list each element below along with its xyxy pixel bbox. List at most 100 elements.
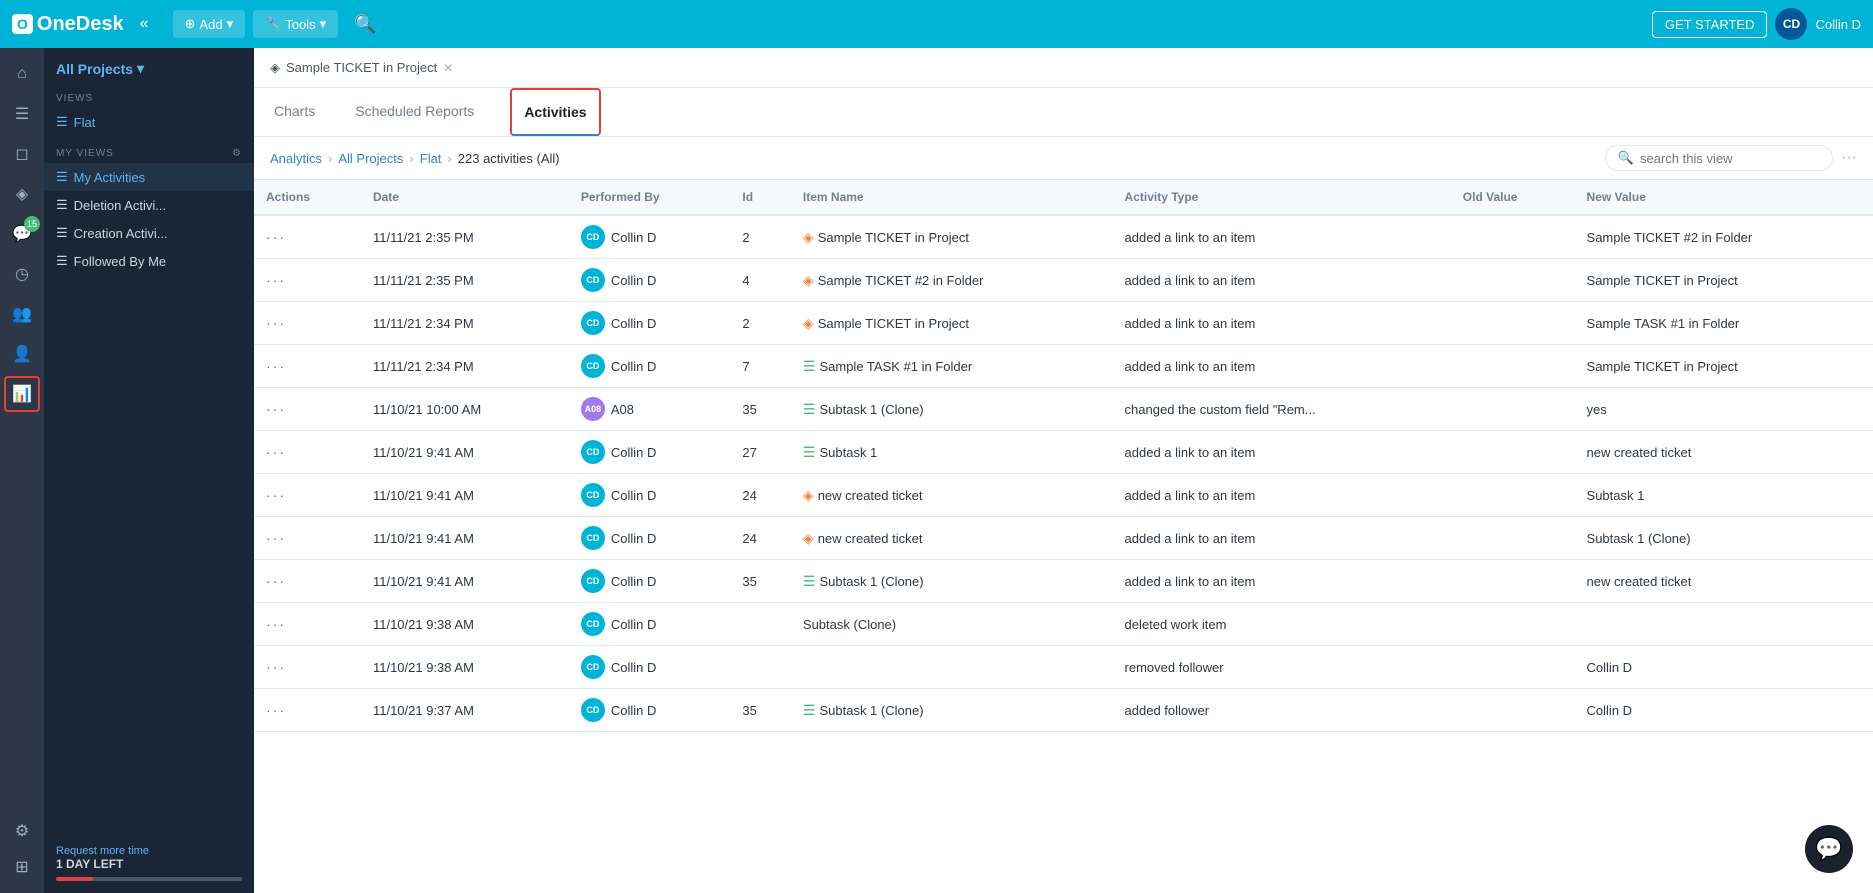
user-chip-name: A08	[611, 402, 634, 417]
tabs-row: Charts Scheduled Reports Activities	[254, 88, 1873, 136]
item-name-text: Subtask (Clone)	[803, 617, 896, 632]
sidebar-item-my-activities[interactable]: ☰ My Activities	[44, 163, 254, 191]
sidebar-icon-clock[interactable]: ◷	[4, 256, 40, 292]
row-new-value	[1575, 603, 1873, 646]
row-actions[interactable]: ···	[254, 259, 361, 302]
row-performed-by: CDCollin D	[569, 474, 731, 517]
row-actions[interactable]: ···	[254, 646, 361, 689]
ticket-icon: ◈	[803, 530, 814, 547]
row-actions[interactable]: ···	[254, 517, 361, 560]
item-name-text: Sample TICKET in Project	[818, 230, 969, 245]
user-chip-name: Collin D	[611, 617, 657, 632]
tools-label: Tools	[285, 17, 315, 32]
row-old-value	[1451, 560, 1575, 603]
more-options-icon[interactable]: ···	[1841, 149, 1857, 167]
collapse-button[interactable]: «	[140, 15, 149, 33]
row-activity-type: added a link to an item	[1113, 259, 1451, 302]
row-id: 27	[730, 431, 791, 474]
sidebar-icon-apps[interactable]: ⊞	[4, 849, 40, 885]
row-actions[interactable]: ···	[254, 431, 361, 474]
row-actions[interactable]: ···	[254, 560, 361, 603]
sidebar-item-creation-activities[interactable]: ☰ Creation Activi...	[44, 219, 254, 247]
row-new-value: Collin D	[1575, 689, 1873, 732]
add-chevron-icon: ▾	[227, 16, 234, 32]
row-activity-type: deleted work item	[1113, 603, 1451, 646]
row-new-value: Sample TICKET in Project	[1575, 259, 1873, 302]
task-icon: ☰	[803, 702, 816, 719]
username[interactable]: Collin D	[1815, 17, 1861, 32]
sidebar-icon-contact[interactable]: 👤	[4, 336, 40, 372]
user-chip-name: Collin D	[611, 488, 657, 503]
row-actions[interactable]: ···	[254, 689, 361, 732]
breadcrumb-all-projects[interactable]: All Projects	[338, 151, 403, 166]
tab-activities[interactable]: Activities	[510, 88, 600, 136]
trial-progress-fill	[56, 877, 93, 881]
user-avatar[interactable]: CD	[1775, 8, 1807, 40]
row-id: 35	[730, 560, 791, 603]
flat-item[interactable]: ☰ Flat	[44, 108, 254, 136]
task-icon: ☰	[803, 444, 816, 461]
flat-list-icon: ☰	[56, 114, 68, 130]
row-activity-type: removed follower	[1113, 646, 1451, 689]
row-old-value	[1451, 474, 1575, 517]
ticket-icon: ◈	[803, 272, 814, 289]
tab-scheduled-reports[interactable]: Scheduled Reports	[351, 88, 478, 136]
item-name-text: Subtask 1 (Clone)	[819, 574, 923, 589]
sidebar-icon-home[interactable]: ⌂	[4, 56, 40, 92]
search-icon[interactable]: 🔍	[354, 14, 376, 35]
breadcrumb-count: 223 activities (All)	[458, 151, 560, 166]
user-chip-name: Collin D	[611, 660, 657, 675]
breadcrumb-tab-close-icon[interactable]: ✕	[443, 61, 453, 75]
breadcrumb-tab-item[interactable]: ◈ Sample TICKET in Project ✕	[270, 60, 453, 76]
all-projects-button[interactable]: All Projects ▾	[56, 60, 144, 77]
search-icon: 🔍	[1618, 150, 1634, 166]
table-row: ···11/11/21 2:35 PMCDCollin D2◈Sample TI…	[254, 215, 1873, 259]
tab-scheduled-reports-label: Scheduled Reports	[355, 103, 474, 119]
chat-fab-button[interactable]: 💬	[1805, 825, 1853, 873]
row-actions[interactable]: ···	[254, 215, 361, 259]
item-name-text: Sample TICKET in Project	[818, 316, 969, 331]
sidebar-icon-settings[interactable]: ⚙	[4, 813, 40, 849]
row-date: 11/10/21 9:41 AM	[361, 560, 569, 603]
request-more-time-button[interactable]: Request more time	[56, 845, 242, 857]
search-box[interactable]: 🔍	[1605, 145, 1833, 171]
get-started-button[interactable]: GET STARTED	[1652, 11, 1768, 38]
user-chip-avatar: CD	[581, 526, 605, 550]
row-actions[interactable]: ···	[254, 345, 361, 388]
sidebar-icon-ticket[interactable]: ◈	[4, 176, 40, 212]
topnav: O OneDesk « ⊕ Add ▾ 🔧 Tools ▾ 🔍 GET STAR…	[0, 0, 1873, 48]
sidebar-item-deletion-activities[interactable]: ☰ Deletion Activi...	[44, 191, 254, 219]
row-item-name: ◈new created ticket	[791, 517, 1113, 560]
row-id	[730, 646, 791, 689]
sidebar-icon-inbox[interactable]: ◻	[4, 136, 40, 172]
breadcrumb-sep-1: ›	[328, 151, 332, 166]
breadcrumb-flat[interactable]: Flat	[420, 151, 442, 166]
sidebar-icon-chat[interactable]: 💬 15	[4, 216, 40, 252]
sidebar-icon-analytics[interactable]: 📊	[4, 376, 40, 412]
row-actions[interactable]: ···	[254, 388, 361, 431]
row-actions[interactable]: ···	[254, 302, 361, 345]
my-views-settings-icon[interactable]: ⚙	[232, 148, 242, 159]
user-chip-avatar: CD	[581, 440, 605, 464]
search-input[interactable]	[1640, 151, 1820, 166]
sidebar-item-followed-by-me[interactable]: ☰ Followed By Me	[44, 247, 254, 275]
add-button[interactable]: ⊕ Add ▾	[173, 10, 246, 38]
item-name-text: new created ticket	[818, 488, 923, 503]
table-row: ···11/10/21 9:37 AMCDCollin D35☰Subtask …	[254, 689, 1873, 732]
activities-table: Actions Date Performed By Id Item Name A…	[254, 180, 1873, 732]
sidebar-icon-list[interactable]: ☰	[4, 96, 40, 132]
breadcrumb-analytics[interactable]: Analytics	[270, 151, 322, 166]
user-chip-name: Collin D	[611, 316, 657, 331]
row-performed-by: A08A08	[569, 388, 731, 431]
left-panel: All Projects ▾ VIEWS ☰ Flat MY VIEWS ⚙ ☰…	[44, 48, 254, 893]
row-id: 7	[730, 345, 791, 388]
tab-charts[interactable]: Charts	[270, 88, 319, 136]
sidebar-icon-users[interactable]: 👥	[4, 296, 40, 332]
breadcrumb-tab: ◈ Sample TICKET in Project ✕	[254, 48, 1873, 88]
row-activity-type: added a link to an item	[1113, 302, 1451, 345]
tools-button[interactable]: 🔧 Tools ▾	[253, 10, 338, 38]
row-actions[interactable]: ···	[254, 474, 361, 517]
table-row: ···11/10/21 9:41 AMCDCollin D27☰Subtask …	[254, 431, 1873, 474]
col-date: Date	[361, 180, 569, 215]
row-actions[interactable]: ···	[254, 603, 361, 646]
